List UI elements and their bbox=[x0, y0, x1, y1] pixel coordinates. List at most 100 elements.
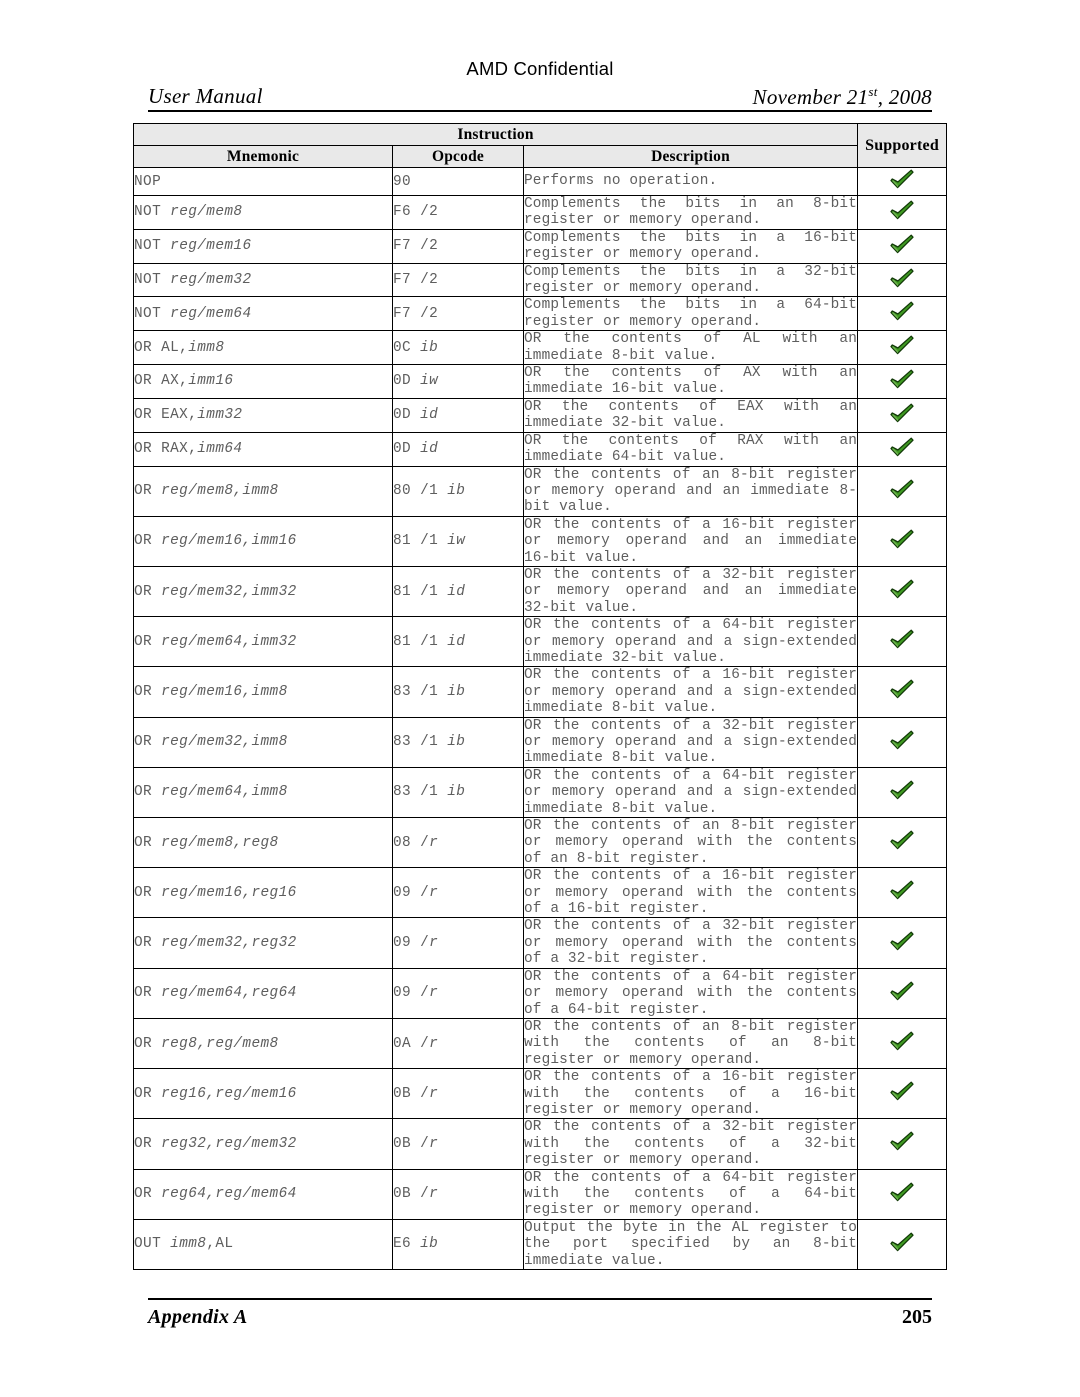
cell-supported bbox=[857, 616, 948, 668]
mnemonic-operand: imm32 bbox=[197, 407, 243, 424]
green-check-icon bbox=[889, 199, 915, 221]
table-row: OR reg16,reg/mem16 0B /r OR the contents o… bbox=[133, 1068, 948, 1120]
cell-supported bbox=[857, 262, 948, 298]
page-number: 205 bbox=[902, 1306, 932, 1328]
table-row: OR AL,imm8 0C ib OR the contents of AL wit… bbox=[133, 330, 948, 366]
cell-supported bbox=[857, 296, 948, 332]
green-check-icon bbox=[889, 436, 915, 458]
cell-mnemonic: OR reg16,reg/mem16 bbox=[133, 1068, 393, 1120]
cell-opcode: 81 /1 iw bbox=[392, 515, 524, 567]
cell-supported bbox=[857, 917, 948, 969]
cell-supported bbox=[857, 1068, 948, 1120]
mnemonic-opcode-name: NOT bbox=[134, 272, 171, 289]
mnemonic-operand: reg/mem8 bbox=[170, 204, 243, 221]
mnemonic-operand: imm8 bbox=[188, 339, 225, 356]
cell-description: OR the contents of a 32-bit register or … bbox=[522, 917, 859, 969]
opcode-hex: 83 /1 bbox=[393, 734, 448, 751]
mnemonic-opcode-name: OR bbox=[134, 935, 162, 952]
mnemonic-operand: reg/mem16,imm16 bbox=[161, 533, 297, 550]
footer-section-label: Appendix A bbox=[148, 1306, 248, 1328]
cell-description: Complements the bits in a 64-bit registe… bbox=[522, 296, 859, 332]
table-row: OR reg/mem8,imm8 80 /1 ib OR the contents … bbox=[133, 465, 948, 517]
cell-opcode: 81 /1 id bbox=[392, 565, 524, 618]
opcode-hex: 0B / bbox=[393, 1135, 430, 1152]
opcode-suffix: ib bbox=[447, 784, 466, 801]
green-check-icon bbox=[889, 1231, 915, 1253]
opcode-suffix: id bbox=[447, 633, 466, 650]
mnemonic-operand: reg/mem8,imm8 bbox=[161, 483, 279, 500]
cell-mnemonic: OUT imm8,AL bbox=[133, 1218, 393, 1271]
mnemonic-operand: imm8 bbox=[170, 1236, 207, 1253]
opcode-suffix: r bbox=[429, 985, 439, 1002]
cell-mnemonic: OR reg/mem8,imm8 bbox=[133, 465, 393, 517]
cell-opcode: 0B /r bbox=[392, 1118, 524, 1170]
column-group-instruction: Instruction bbox=[132, 123, 859, 146]
opcode-hex: F7 /2 bbox=[393, 238, 439, 255]
cell-description: OR the contents of a 32-bit register or … bbox=[522, 716, 859, 768]
mnemonic-operand: reg/mem64,imm32 bbox=[161, 633, 297, 650]
opcode-hex: 81 /1 bbox=[393, 633, 448, 650]
opcode-suffix: ib bbox=[447, 683, 466, 700]
table-row: NOT reg/mem64 F7 /2 Complements the bits i… bbox=[133, 296, 948, 332]
table-row: OR reg/mem32,reg32 09 /r OR the contents o… bbox=[133, 917, 948, 969]
cell-mnemonic: NOT reg/mem32 bbox=[133, 262, 393, 298]
cell-mnemonic: OR reg/mem32,imm8 bbox=[133, 716, 393, 768]
mnemonic-operand: reg/mem32 bbox=[170, 272, 252, 289]
mnemonic-operand: reg/mem32,reg32 bbox=[161, 935, 297, 952]
table-row: OR RAX,imm64 0D id OR the contents of RAX … bbox=[133, 431, 948, 467]
table-header-group-row: Instruction Supported bbox=[132, 123, 948, 168]
cell-opcode: 0C ib bbox=[392, 330, 524, 366]
opcode-hex: F7 /2 bbox=[393, 272, 439, 289]
cell-mnemonic: OR reg/mem64,imm8 bbox=[133, 766, 393, 819]
opcode-hex: 83 /1 bbox=[393, 683, 448, 700]
table-header-row: Mnemonic Opcode Description bbox=[133, 145, 947, 168]
cell-opcode: 0D iw bbox=[392, 364, 524, 399]
cell-description: OR the contents of a 64-bit register or … bbox=[522, 616, 859, 668]
cell-supported bbox=[857, 364, 948, 399]
table-row: OR reg64,reg/mem64 0B /r OR the contents o… bbox=[133, 1168, 948, 1220]
cell-mnemonic: OR AX,imm16 bbox=[133, 364, 393, 399]
cell-description: Complements the bits in an 8-bit registe… bbox=[522, 195, 859, 230]
green-check-icon bbox=[889, 368, 915, 390]
mnemonic-operand: reg32,reg/mem32 bbox=[161, 1135, 297, 1152]
cell-description: OR the contents of a 64-bit register wit… bbox=[522, 1168, 859, 1220]
mnemonic-opcode-name: OR bbox=[134, 1035, 162, 1052]
cell-opcode: E6 ib bbox=[392, 1218, 524, 1271]
cell-supported bbox=[857, 1017, 948, 1070]
mnemonic-opcode-name: NOT bbox=[134, 305, 171, 322]
opcode-suffix: iw bbox=[447, 533, 466, 550]
green-check-icon bbox=[889, 233, 915, 255]
cell-supported bbox=[857, 1118, 948, 1170]
cell-mnemonic: OR reg/mem16,imm8 bbox=[133, 666, 393, 718]
cell-opcode: 08 /r bbox=[392, 817, 524, 869]
green-check-icon bbox=[889, 478, 915, 500]
cell-opcode: 09 /r bbox=[392, 967, 524, 1019]
table-row: OR reg/mem16,imm16 81 /1 iw OR the content… bbox=[133, 515, 948, 567]
cell-opcode: 0D id bbox=[392, 431, 524, 467]
opcode-suffix: r bbox=[429, 935, 439, 952]
mnemonic-opcode-name: OR bbox=[134, 784, 162, 801]
cell-mnemonic: OR reg/mem16,imm16 bbox=[133, 515, 393, 567]
date-main: November 21 bbox=[752, 85, 869, 109]
mnemonic-opcode-name: OR bbox=[134, 683, 162, 700]
table-row: OR reg/mem32,imm8 83 /1 ib OR the contents… bbox=[133, 716, 948, 768]
opcode-hex: 80 /1 bbox=[393, 483, 448, 500]
mnemonic-opcode-name: OR bbox=[134, 633, 162, 650]
mnemonic-opcode-name: OR bbox=[134, 985, 162, 1002]
table-body: NOP 90 Performs no operation. NOT reg/mem8 F… bbox=[133, 167, 948, 1271]
document-title: User Manual bbox=[148, 84, 263, 108]
opcode-hex: E6 bbox=[393, 1236, 421, 1253]
green-check-icon bbox=[889, 779, 915, 801]
table-row: OR reg/mem16,reg16 09 /r OR the contents o… bbox=[133, 867, 948, 919]
cell-description: Complements the bits in a 32-bit registe… bbox=[522, 262, 859, 298]
opcode-hex: 83 /1 bbox=[393, 784, 448, 801]
table-row: OR reg/mem32,imm32 81 /1 id OR the content… bbox=[133, 565, 948, 618]
mnemonic-opcode-name: OR bbox=[134, 533, 162, 550]
cell-mnemonic: OR EAX,imm32 bbox=[133, 397, 393, 433]
column-header-supported: Supported bbox=[857, 123, 948, 168]
mnemonic-opcode-name: OR AX, bbox=[134, 373, 189, 390]
cell-description: OR the contents of EAX with an immediate… bbox=[522, 397, 859, 433]
column-header-opcode: Opcode bbox=[392, 145, 524, 168]
opcode-hex: 0B / bbox=[393, 1186, 430, 1203]
cell-supported bbox=[857, 397, 948, 433]
